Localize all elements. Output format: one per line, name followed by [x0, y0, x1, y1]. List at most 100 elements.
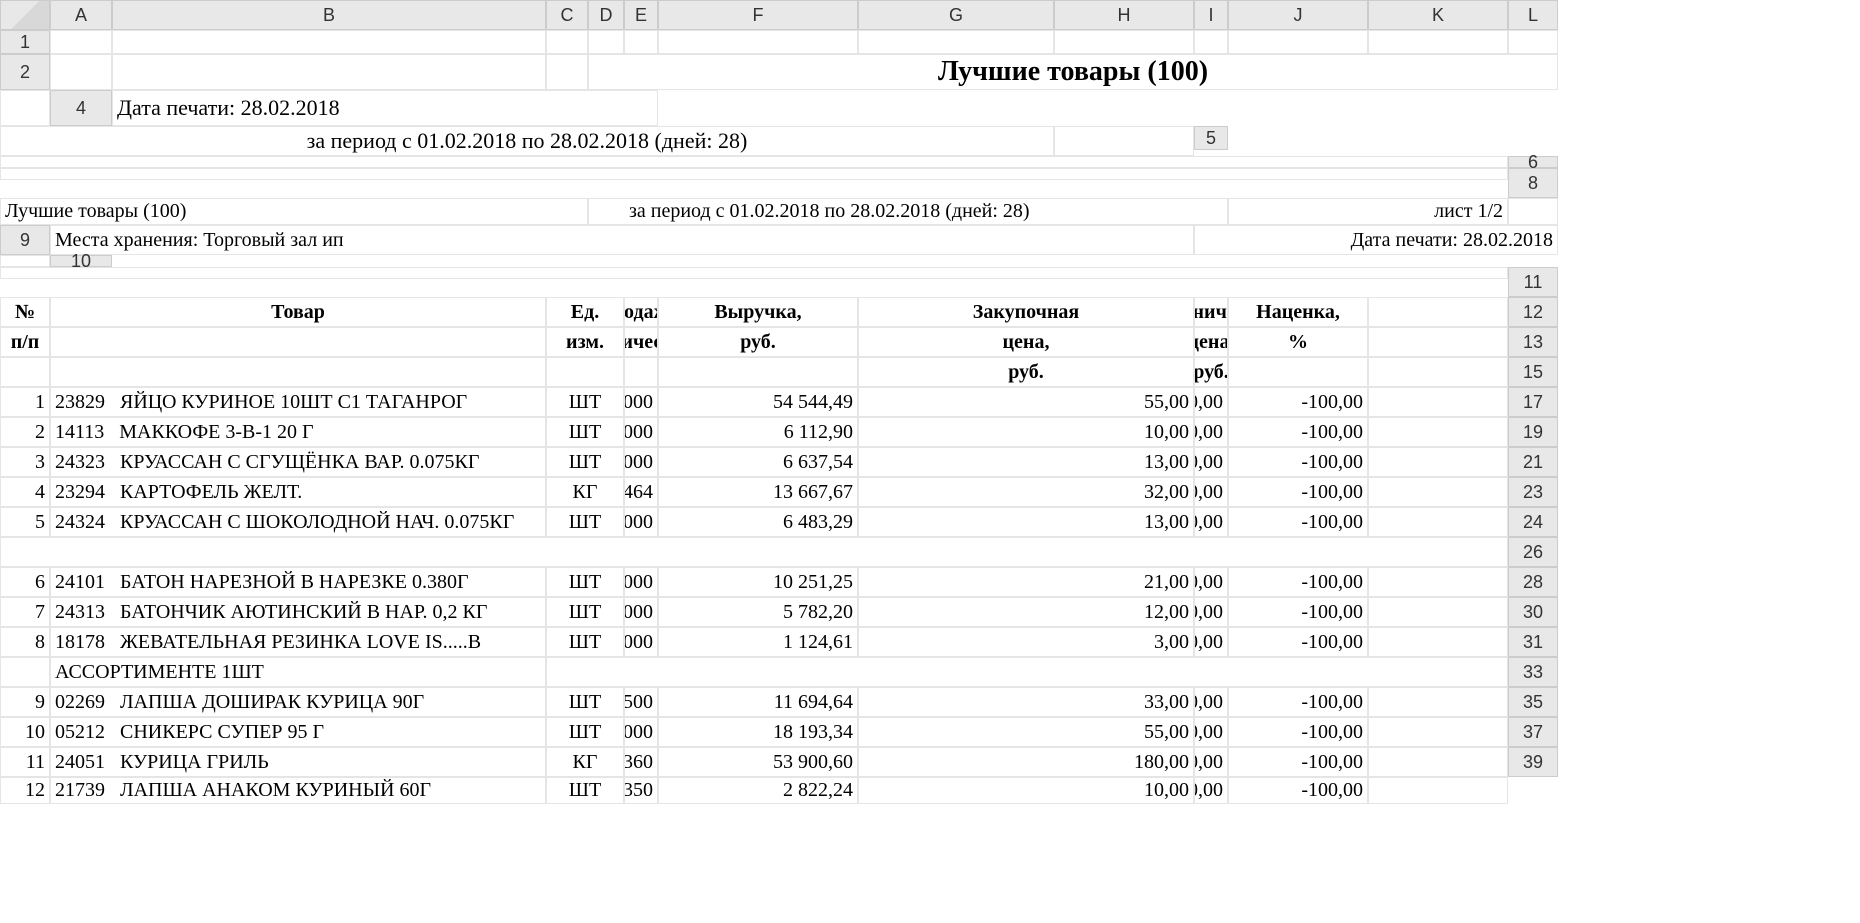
report-title[interactable]: Лучшие товары (100) — [588, 54, 1558, 90]
col-C[interactable]: C — [546, 0, 588, 30]
cell-ret[interactable]: 0,00 — [1194, 417, 1228, 447]
cell-A1[interactable] — [50, 30, 112, 54]
cell-num-cont[interactable] — [0, 657, 50, 687]
cell-pur[interactable]: 13,00 — [858, 447, 1194, 477]
cell-L[interactable] — [1368, 627, 1508, 657]
cell-product[interactable]: 24313 БАТОНЧИК АЮТИНСКИЙ В НАР. 0,2 КГ — [50, 597, 546, 627]
cell-product[interactable]: 24051 КУРИЦА ГРИЛЬ — [50, 747, 546, 777]
cell-num[interactable]: 10 — [0, 717, 50, 747]
col-L[interactable]: L — [1508, 0, 1558, 30]
cell-mk[interactable]: -100,00 — [1228, 777, 1368, 804]
cell-ret[interactable]: 0,00 — [1194, 717, 1228, 747]
cell-pur[interactable]: 32,00 — [858, 477, 1194, 507]
cell-rev[interactable]: 1 124,61 — [658, 627, 858, 657]
cell-C2[interactable] — [546, 54, 588, 90]
cell-pur[interactable]: 21,00 — [858, 567, 1194, 597]
cell-qty[interactable]: 1 298,000 — [624, 387, 658, 417]
row-15[interactable]: 15 — [1508, 357, 1558, 387]
cell-product[interactable]: 23829 ЯЙЦО КУРИНОЕ 10ШТ С1 ТАГАНРОГ — [50, 387, 546, 417]
cell-product[interactable]: 21739 ЛАПША АНАКОМ КУРИНЫЙ 60Г — [50, 777, 546, 804]
cell-row31-rest[interactable] — [546, 657, 1508, 687]
cell-L[interactable] — [1368, 507, 1508, 537]
cell-mk[interactable]: -100,00 — [1228, 567, 1368, 597]
row-12[interactable]: 12 — [1508, 297, 1558, 327]
cell-J1[interactable] — [1228, 30, 1368, 54]
cell-num[interactable]: 9 — [0, 687, 50, 717]
cell-mk[interactable]: -100,00 — [1228, 387, 1368, 417]
th-product[interactable]: Товар — [50, 297, 546, 327]
cell-unit[interactable]: ШТ — [546, 447, 624, 477]
cell-L[interactable] — [1368, 387, 1508, 417]
col-J[interactable]: J — [1228, 0, 1368, 30]
col-A[interactable]: A — [50, 0, 112, 30]
cell-F13[interactable] — [624, 357, 658, 387]
cell-L2[interactable] — [0, 90, 50, 126]
select-all-corner[interactable] — [0, 0, 50, 30]
cell-unit[interactable]: ШТ — [546, 597, 624, 627]
th-markup-1[interactable]: Наценка, — [1228, 297, 1368, 327]
cell-product[interactable]: 02269 ЛАПША ДОШИРАК КУРИЦА 90Г — [50, 687, 546, 717]
cell-L[interactable] — [1368, 567, 1508, 597]
cell-pur[interactable]: 3,00 — [858, 627, 1194, 657]
cell-mk[interactable]: -100,00 — [1228, 597, 1368, 627]
cell-L[interactable] — [1368, 447, 1508, 477]
period-top[interactable]: за период с 01.02.2018 по 28.02.2018 (дн… — [0, 126, 1054, 156]
cell-B2[interactable] — [112, 54, 546, 90]
row-33[interactable]: 33 — [1508, 657, 1558, 687]
cell-ret[interactable]: 0,00 — [1194, 747, 1228, 777]
th-retail-3[interactable]: руб. — [1194, 357, 1228, 387]
cell-B1[interactable] — [112, 30, 546, 54]
th-purchase-3[interactable]: руб. — [858, 357, 1194, 387]
cell-mk[interactable]: -100,00 — [1228, 747, 1368, 777]
row-24[interactable]: 24 — [1508, 507, 1558, 537]
cell-ret[interactable]: 0,00 — [1194, 567, 1228, 597]
row-35[interactable]: 35 — [1508, 687, 1558, 717]
cell-row10[interactable] — [0, 267, 1508, 279]
th-retail-1[interactable]: Розничная — [1194, 297, 1228, 327]
col-H[interactable]: H — [1054, 0, 1194, 30]
print-date-top[interactable]: Дата печати: 28.02.2018 — [112, 90, 658, 126]
cell-ret[interactable]: 0,00 — [1194, 597, 1228, 627]
cell-I1[interactable] — [1194, 30, 1228, 54]
cell-L[interactable] — [1368, 687, 1508, 717]
cell-G13[interactable] — [658, 357, 858, 387]
cell-product[interactable]: 14113 МАККОФЕ 3-В-1 20 Г — [50, 417, 546, 447]
cell-num[interactable]: 7 — [0, 597, 50, 627]
cell-qty[interactable]: 490,000 — [624, 567, 658, 597]
cell-qty[interactable]: 287,350 — [624, 777, 658, 804]
col-F[interactable]: F — [658, 0, 858, 30]
cell-product[interactable]: 24101 БАТОН НАРЕЗНОЙ В НАРЕЗКЕ 0.380Г — [50, 567, 546, 597]
row-26[interactable]: 26 — [1508, 537, 1558, 567]
row-30[interactable]: 30 — [1508, 597, 1558, 627]
cell-row6[interactable] — [0, 168, 1508, 180]
th-markup-2[interactable]: % — [1228, 327, 1368, 357]
row-10[interactable]: 10 — [50, 255, 112, 267]
col-D[interactable]: D — [588, 0, 624, 30]
cell-mk[interactable]: -100,00 — [1228, 477, 1368, 507]
cell-ret[interactable]: 0,00 — [1194, 777, 1228, 804]
cell-num[interactable]: 4 — [0, 477, 50, 507]
row-17[interactable]: 17 — [1508, 387, 1558, 417]
cell-L[interactable] — [1368, 747, 1508, 777]
cell-C1[interactable] — [546, 30, 588, 54]
row-2[interactable]: 2 — [0, 54, 50, 90]
cell-ret[interactable]: 0,00 — [1194, 447, 1228, 477]
cell-A2[interactable] — [50, 54, 112, 90]
cell-pur[interactable]: 180,00 — [858, 747, 1194, 777]
cell-G1[interactable] — [858, 30, 1054, 54]
cell-rev[interactable]: 2 822,24 — [658, 777, 858, 804]
cell-num[interactable]: 3 — [0, 447, 50, 477]
sheet-number[interactable]: лист 1/2 — [1228, 198, 1508, 225]
cell-mk[interactable]: -100,00 — [1228, 417, 1368, 447]
cell-L12[interactable] — [1368, 327, 1508, 357]
cell-num[interactable]: 11 — [0, 747, 50, 777]
row-13[interactable]: 13 — [1508, 327, 1558, 357]
cell-unit[interactable]: ШТ — [546, 507, 624, 537]
cell-qty[interactable]: 613,000 — [624, 417, 658, 447]
cell-L[interactable] — [1368, 777, 1508, 804]
cell-ret[interactable]: 0,00 — [1194, 687, 1228, 717]
cell-product[interactable]: 23294 КАРТОФЕЛЬ ЖЕЛТ. — [50, 477, 546, 507]
cell-L11[interactable] — [1368, 297, 1508, 327]
cell-D1[interactable] — [588, 30, 624, 54]
cell-qty[interactable]: 300,360 — [624, 747, 658, 777]
